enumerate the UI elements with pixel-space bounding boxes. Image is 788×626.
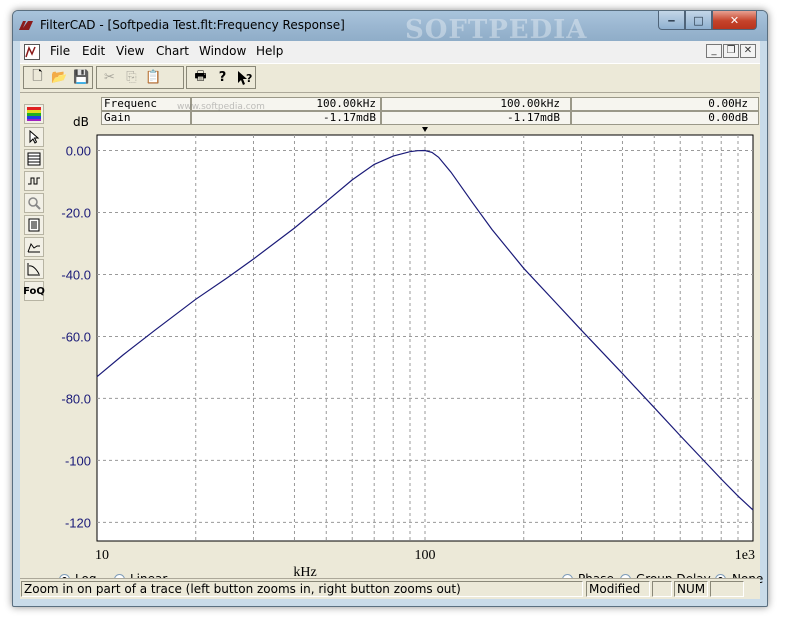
status-empty-panel [652, 581, 672, 597]
maximize-button[interactable]: □ [685, 11, 712, 30]
maximize-icon: □ [693, 13, 704, 27]
frequency-response-chart[interactable]: 0.00 -20.0 -40.0 -60.0 -80.0 -100 -120 10 100 1e3… [20, 41, 760, 578]
close-icon: ✕ [729, 13, 740, 27]
close-button[interactable]: ✕ [712, 11, 757, 30]
minimize-icon: ‒ [667, 13, 676, 27]
client-area: File Edit View Chart Window Help _ ❐ ✕ 🗋… [20, 41, 763, 599]
title-bar[interactable]: FilterCAD - [Softpedia Test.flt:Frequenc… [13, 11, 767, 45]
filtercad-logo-icon [19, 21, 33, 30]
y-tick-label: -100 [65, 453, 91, 468]
app-window: FilterCAD - [Softpedia Test.flt:Frequenc… [12, 10, 768, 607]
y-tick-label: -40.0 [61, 267, 91, 282]
x-axis-unit-label: kHz [293, 565, 316, 578]
status-modified: Modified [586, 581, 650, 597]
status-num-lock: NUM [674, 581, 708, 597]
x-tick-label: 10 [95, 548, 109, 563]
x-tick-label: 1e3 [735, 548, 755, 563]
x-tick-label: 100 [415, 548, 436, 563]
y-tick-label: -20.0 [61, 205, 91, 220]
window-title: FilterCAD - [Softpedia Test.flt:Frequenc… [40, 18, 345, 32]
y-tick-label: 0.00 [66, 143, 91, 158]
status-message: Zoom in on part of a trace (left button … [21, 581, 583, 597]
y-tick-label: -60.0 [61, 329, 91, 344]
y-tick-label: -80.0 [61, 391, 91, 406]
status-scroll-panel [710, 581, 744, 597]
cursor-marker-icon [422, 127, 428, 132]
minimize-button[interactable]: ‒ [658, 11, 685, 30]
y-tick-label: -120 [65, 515, 91, 530]
status-bar: Zoom in on part of a trace (left button … [20, 578, 760, 599]
